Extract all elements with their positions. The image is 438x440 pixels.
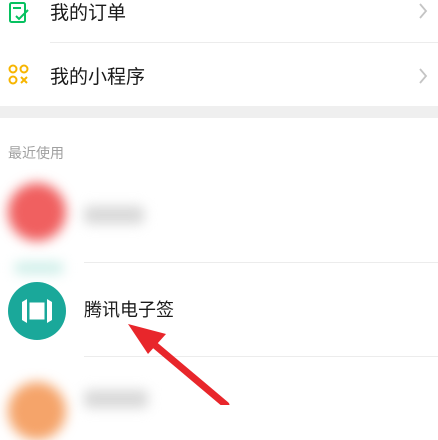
annotation-arrow [128, 324, 230, 405]
